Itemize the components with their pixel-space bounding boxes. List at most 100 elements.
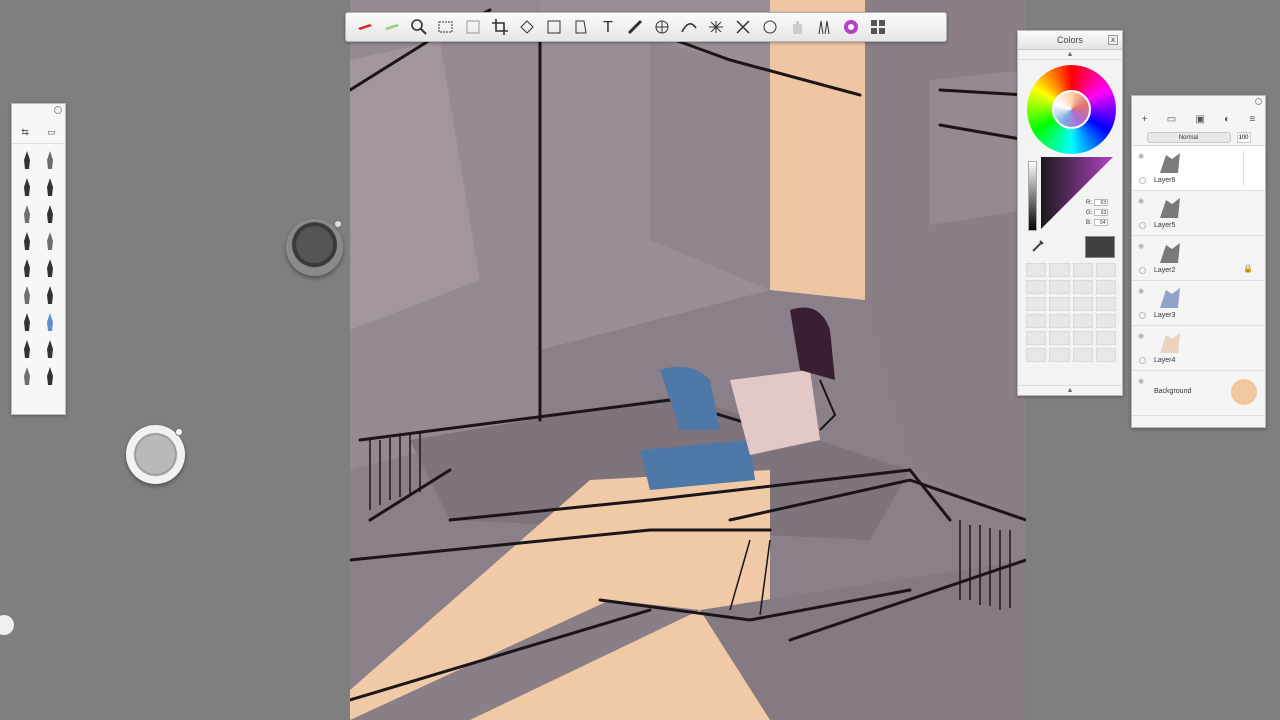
chisel-icon[interactable]	[15, 283, 39, 306]
wedge-icon[interactable]	[39, 364, 63, 387]
curve-guide-icon[interactable]	[676, 15, 702, 39]
swatch[interactable]	[1095, 280, 1116, 294]
visibility-eye-icon[interactable]: ◉	[1138, 287, 1144, 295]
paintbrush-icon[interactable]	[15, 229, 39, 252]
preset-icon[interactable]: ▭	[47, 127, 56, 138]
swatch[interactable]	[1072, 297, 1093, 311]
color-wheel-icon[interactable]	[838, 15, 864, 39]
distort-icon[interactable]	[730, 15, 756, 39]
swatch[interactable]	[1049, 314, 1070, 328]
ballpoint-icon[interactable]	[39, 202, 63, 225]
select-icon[interactable]	[433, 15, 459, 39]
puck-handle-icon[interactable]	[175, 428, 183, 436]
layer-row[interactable]: ◉ Layer5	[1132, 191, 1265, 236]
close-icon[interactable]	[1255, 98, 1262, 105]
marker-icon[interactable]	[39, 175, 63, 198]
blender-icon[interactable]	[39, 310, 63, 333]
swatch[interactable]	[1026, 314, 1047, 328]
fill-icon[interactable]	[568, 15, 594, 39]
color-wheel-inner[interactable]	[1052, 90, 1091, 129]
swatch[interactable]	[1072, 280, 1093, 294]
swatch[interactable]	[1049, 263, 1070, 277]
layer-select-radio[interactable]	[1139, 312, 1146, 319]
drawing-canvas[interactable]	[350, 0, 1026, 720]
hand-icon[interactable]	[784, 15, 810, 39]
collapse-up-icon[interactable]: ▲	[1018, 50, 1122, 60]
swatch[interactable]	[1095, 314, 1116, 328]
swatch[interactable]	[1072, 331, 1093, 345]
value-slider[interactable]	[1028, 161, 1037, 231]
swatch[interactable]	[1026, 331, 1047, 345]
color-wheel[interactable]	[1027, 65, 1116, 154]
rgb-r-field[interactable]: 63	[1094, 199, 1108, 206]
lock-icon[interactable]: 🔒	[1243, 264, 1253, 273]
brush-size-puck[interactable]	[286, 219, 343, 276]
transform-icon[interactable]	[460, 15, 486, 39]
smudge-icon[interactable]	[39, 256, 63, 279]
edge-handle[interactable]	[0, 615, 14, 635]
background-color-swatch[interactable]	[1231, 379, 1257, 405]
green-brush-icon[interactable]	[379, 15, 405, 39]
fill-brush-icon[interactable]	[39, 283, 63, 306]
airbrush-icon[interactable]	[15, 148, 39, 171]
pencil-icon[interactable]	[15, 175, 39, 198]
blend-mode-select[interactable]: Normal	[1146, 132, 1231, 143]
swatch[interactable]	[1026, 297, 1047, 311]
swatch[interactable]	[1095, 331, 1116, 345]
layer-options[interactable]	[1243, 150, 1255, 186]
mask-icon[interactable]: ◐	[1224, 114, 1230, 125]
swatch[interactable]	[1072, 263, 1093, 277]
flat-brush-icon[interactable]	[39, 229, 63, 252]
opacity-field[interactable]: 100	[1236, 132, 1251, 143]
layer-row[interactable]: ◉ Layer3	[1132, 281, 1265, 326]
visibility-eye-icon[interactable]: ◉	[1138, 197, 1144, 205]
layer-row[interactable]: ◉ Layer6	[1132, 146, 1265, 191]
add-layer-icon[interactable]: +	[1142, 114, 1148, 125]
layer-row[interactable]: ◉ Layer2 🔒	[1132, 236, 1265, 281]
current-color-swatch[interactable]	[1085, 236, 1115, 258]
hand-tool-icon[interactable]	[39, 337, 63, 360]
rgb-g-field[interactable]: 63	[1094, 209, 1109, 216]
stencil-icon[interactable]	[757, 15, 783, 39]
zoom-icon[interactable]	[406, 15, 432, 39]
swatch[interactable]	[1095, 263, 1116, 277]
text-icon[interactable]: T	[595, 15, 621, 39]
crop-icon[interactable]	[487, 15, 513, 39]
layers-icon[interactable]	[865, 15, 891, 39]
image-layer-icon[interactable]: ▣	[1195, 114, 1204, 125]
layer-select-radio[interactable]	[1139, 267, 1146, 274]
red-brush-icon[interactable]	[352, 15, 378, 39]
swatch[interactable]	[1026, 263, 1047, 277]
stamp-icon[interactable]	[15, 337, 39, 360]
shape-icon[interactable]	[541, 15, 567, 39]
swatch[interactable]	[1072, 348, 1093, 362]
new-folder-icon[interactable]: ▭	[1167, 114, 1176, 125]
menu-icon[interactable]: ≡	[1249, 114, 1255, 125]
perspective-icon[interactable]	[703, 15, 729, 39]
swatch[interactable]	[1049, 331, 1070, 345]
visibility-eye-icon[interactable]: ◉	[1138, 152, 1144, 160]
swatch[interactable]	[1049, 297, 1070, 311]
visibility-eye-icon[interactable]: ◉	[1138, 377, 1144, 385]
swatch[interactable]	[1072, 314, 1093, 328]
swatch[interactable]	[1026, 348, 1047, 362]
layer-select-radio[interactable]	[1139, 222, 1146, 229]
layer-select-radio[interactable]	[1139, 177, 1146, 184]
symmetry-icon[interactable]	[514, 15, 540, 39]
ellipse-guide-icon[interactable]	[649, 15, 675, 39]
swap-icon[interactable]: ⇆	[21, 127, 29, 138]
ruler-icon[interactable]	[622, 15, 648, 39]
swatch[interactable]	[1049, 348, 1070, 362]
puck-handle-icon[interactable]	[334, 220, 342, 228]
ink-icon[interactable]	[15, 364, 39, 387]
collapse-up-icon[interactable]: ▲	[1018, 385, 1122, 395]
swatch[interactable]	[1095, 348, 1116, 362]
visibility-eye-icon[interactable]: ◉	[1138, 242, 1144, 250]
close-icon[interactable]: x	[1108, 35, 1118, 45]
eyedropper-icon[interactable]	[1030, 238, 1046, 254]
layer-row[interactable]: ◉ Layer4	[1132, 326, 1265, 371]
swatch[interactable]	[1049, 280, 1070, 294]
layer-background[interactable]: ◉ Background	[1132, 371, 1265, 416]
layer-select-radio[interactable]	[1139, 357, 1146, 364]
swatch[interactable]	[1095, 297, 1116, 311]
